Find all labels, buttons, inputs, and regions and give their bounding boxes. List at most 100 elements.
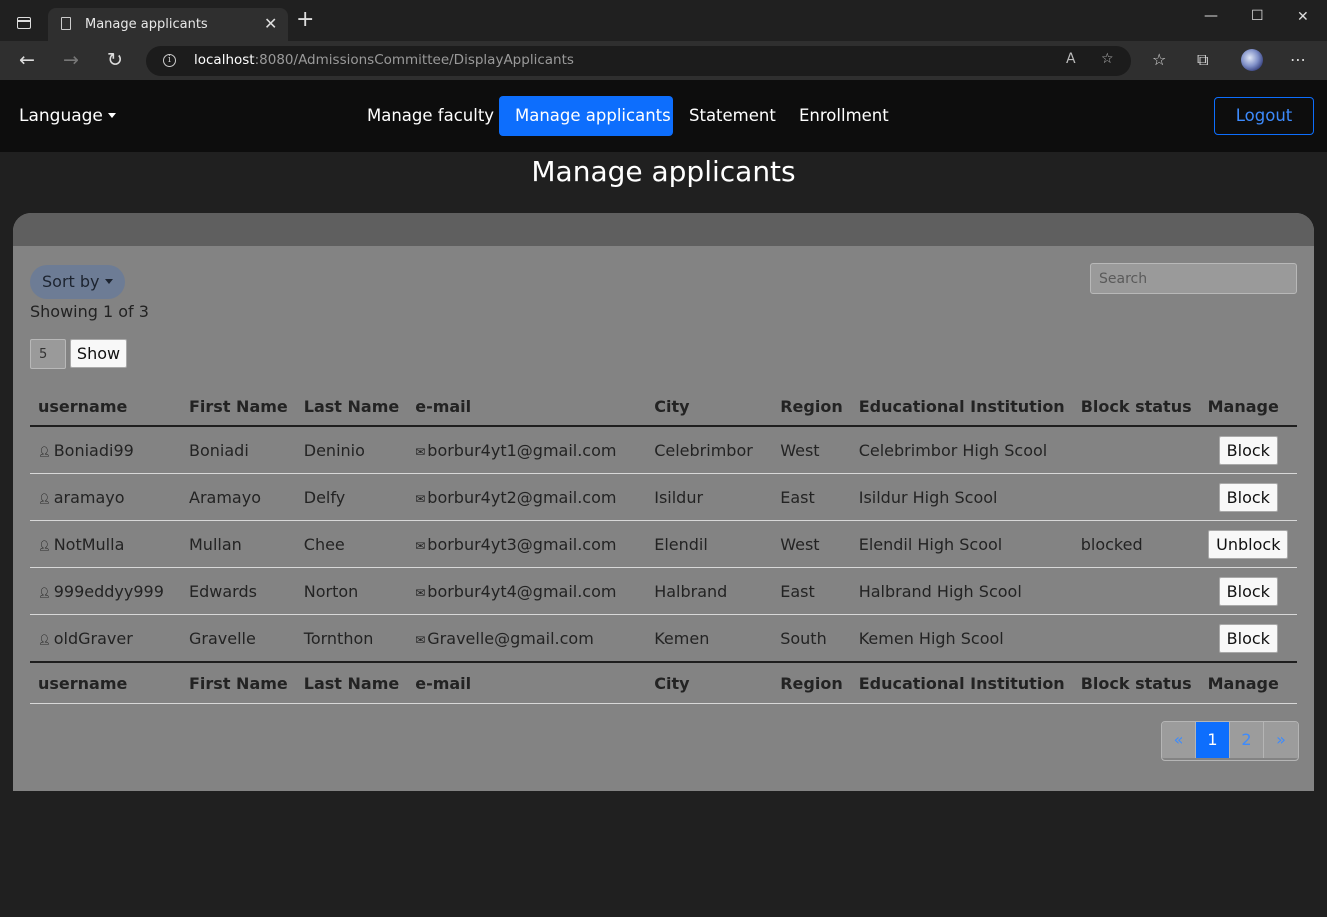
username-text: 999eddyy999 <box>53 581 164 601</box>
email-text: borbur4yt2@gmail.com <box>427 487 617 507</box>
email-text: Gravelle@gmail.com <box>427 628 594 648</box>
browser-tab[interactable]: Manage applicants ✕ <box>48 8 288 41</box>
cell-manage: Unblock <box>1199 520 1297 568</box>
col-region: Region <box>772 387 851 427</box>
cell-institution: Isildur High Scool <box>850 473 1073 521</box>
email-text: borbur4yt1@gmail.com <box>427 440 617 460</box>
table-header-row: username First Name Last Name e-mail Cit… <box>30 387 1297 427</box>
email-text: borbur4yt4@gmail.com <box>427 581 617 601</box>
pagination-page-1[interactable]: 1 <box>1196 722 1230 758</box>
refresh-icon[interactable]: ↻ <box>107 49 123 71</box>
cell-last-name: Chee <box>295 520 408 568</box>
cell-email: ✉︎ borbur4yt1@gmail.com <box>407 426 647 474</box>
language-dropdown[interactable]: Language <box>19 106 116 126</box>
nav-statement[interactable]: Statement <box>673 96 792 136</box>
table-row: 👤︎ 999eddyy999 Edwards Norton ✉︎ borbur4yt4@g… <box>30 567 1297 615</box>
user-icon: 👤︎ <box>38 634 51 646</box>
app-navbar: Language Manage faculty Manage applicant… <box>0 80 1327 152</box>
table-footer-row: username First Name Last Name e-mail Cit… <box>30 661 1297 704</box>
pagination-next[interactable]: » <box>1264 722 1298 758</box>
envelope-icon: ✉︎ <box>415 491 426 506</box>
info-icon[interactable]: i <box>163 54 176 67</box>
col-city: City <box>646 661 773 704</box>
search-input[interactable] <box>1090 263 1297 294</box>
cell-region: East <box>772 473 851 521</box>
col-manage: Manage <box>1199 661 1297 704</box>
read-aloud-icon[interactable]: A <box>1066 51 1076 67</box>
col-block-status: Block status <box>1072 661 1200 704</box>
profile-avatar[interactable] <box>1241 49 1263 71</box>
col-institution: Educational Institution <box>850 387 1073 427</box>
col-email: e-mail <box>407 661 647 704</box>
more-icon[interactable]: ⋯ <box>1290 50 1306 69</box>
cell-city: Elendil <box>646 520 773 568</box>
sort-by-dropdown[interactable]: Sort by <box>30 265 125 299</box>
col-first-name: First Name <box>181 661 296 704</box>
cell-region: South <box>780 628 827 648</box>
envelope-icon: ✉︎ <box>415 585 426 600</box>
cell-username: 👤︎ 999eddyy999 <box>30 567 181 615</box>
logout-button[interactable]: Logout <box>1214 97 1314 135</box>
pagination-page-2[interactable]: 2 <box>1230 722 1264 758</box>
cell-last-name: Delfy <box>295 473 408 521</box>
tab-title: Manage applicants <box>85 17 208 32</box>
block-button[interactable]: Block <box>1218 482 1278 512</box>
nav-enrollment[interactable]: Enrollment <box>783 96 905 136</box>
nav-manage-applicants[interactable]: Manage applicants <box>499 96 673 136</box>
collections-icon[interactable]: ⧉ <box>1197 50 1208 70</box>
cell-block-status <box>1072 473 1200 521</box>
col-institution: Educational Institution <box>850 661 1073 704</box>
forward-icon[interactable]: → <box>63 49 79 71</box>
pagination: « 1 2 » <box>1161 721 1299 761</box>
cell-last-name: Tornthon <box>303 628 374 648</box>
page-size-input[interactable] <box>30 339 66 369</box>
table-row: 👤︎ Boniadi99 Boniadi Deninio ✉︎ borbur4yt1@gm… <box>30 426 1297 474</box>
close-window-icon[interactable]: ✕ <box>1297 9 1309 25</box>
minimize-icon[interactable]: — <box>1204 8 1218 24</box>
address-bar-row: ← → ↻ i localhost:8080/AdmissionsCommitt… <box>0 41 1327 80</box>
cell-last-name: Norton <box>295 567 408 615</box>
cell-first-name: Edwards <box>181 567 296 615</box>
cell-institution: Halbrand High Scool <box>850 567 1073 615</box>
col-region: Region <box>772 661 851 704</box>
cell-block-status: blocked <box>1072 520 1200 568</box>
window-menu-icon[interactable] <box>17 17 31 29</box>
cell-block-status <box>1072 426 1200 474</box>
cell-city: Halbrand <box>646 567 773 615</box>
block-button[interactable]: Block <box>1218 623 1278 653</box>
show-button[interactable]: Show <box>70 339 127 368</box>
cell-first-name: Mullan <box>181 520 296 568</box>
user-icon: 👤︎ <box>38 587 51 599</box>
new-tab-icon[interactable]: + <box>296 9 314 31</box>
cell-username: 👤︎ Boniadi99 <box>30 426 181 474</box>
close-tab-icon[interactable]: ✕ <box>264 14 277 33</box>
envelope-icon: ✉︎ <box>415 538 426 553</box>
caret-down-icon <box>104 279 113 284</box>
unblock-button[interactable]: Unblock <box>1208 529 1289 559</box>
cell-email: ✉︎ Gravelle@gmail.com <box>407 615 646 663</box>
cell-username: 👤︎ NotMulla <box>30 520 181 568</box>
block-button[interactable]: Block <box>1218 576 1278 606</box>
browser-tabbar: Manage applicants ✕ + — ☐ ✕ <box>0 0 1327 41</box>
cell-region: West <box>772 520 851 568</box>
user-icon: 👤︎ <box>38 493 51 505</box>
col-block-status: Block status <box>1072 387 1200 427</box>
back-icon[interactable]: ← <box>19 49 35 71</box>
nav-manage-faculty[interactable]: Manage faculty <box>351 96 510 136</box>
user-icon: 👤︎ <box>38 446 51 458</box>
cell-institution: Kemen High Scool <box>858 628 1004 648</box>
username-text: aramayo <box>53 487 125 507</box>
maximize-icon[interactable]: ☐ <box>1251 8 1264 24</box>
url-field[interactable]: i localhost:8080/AdmissionsCommittee/Dis… <box>146 46 1131 76</box>
showing-count: Showing 1 of 3 <box>30 302 149 321</box>
favorites-icon[interactable]: ☆ <box>1152 50 1166 69</box>
cell-first-name: Gravelle <box>189 628 256 648</box>
cell-email: ✉︎ borbur4yt3@gmail.com <box>407 520 647 568</box>
cell-city: Celebrimbor <box>646 426 773 474</box>
block-button[interactable]: Block <box>1218 435 1278 465</box>
add-favorite-icon[interactable]: ☆ <box>1101 51 1114 67</box>
pagination-prev[interactable]: « <box>1162 722 1196 758</box>
col-first-name: First Name <box>181 387 296 427</box>
cell-username: 👤︎ aramayo <box>30 473 181 521</box>
table-row: 👤︎ aramayo Aramayo Delfy ✉︎ borbur4yt2@gmail.… <box>30 473 1297 521</box>
